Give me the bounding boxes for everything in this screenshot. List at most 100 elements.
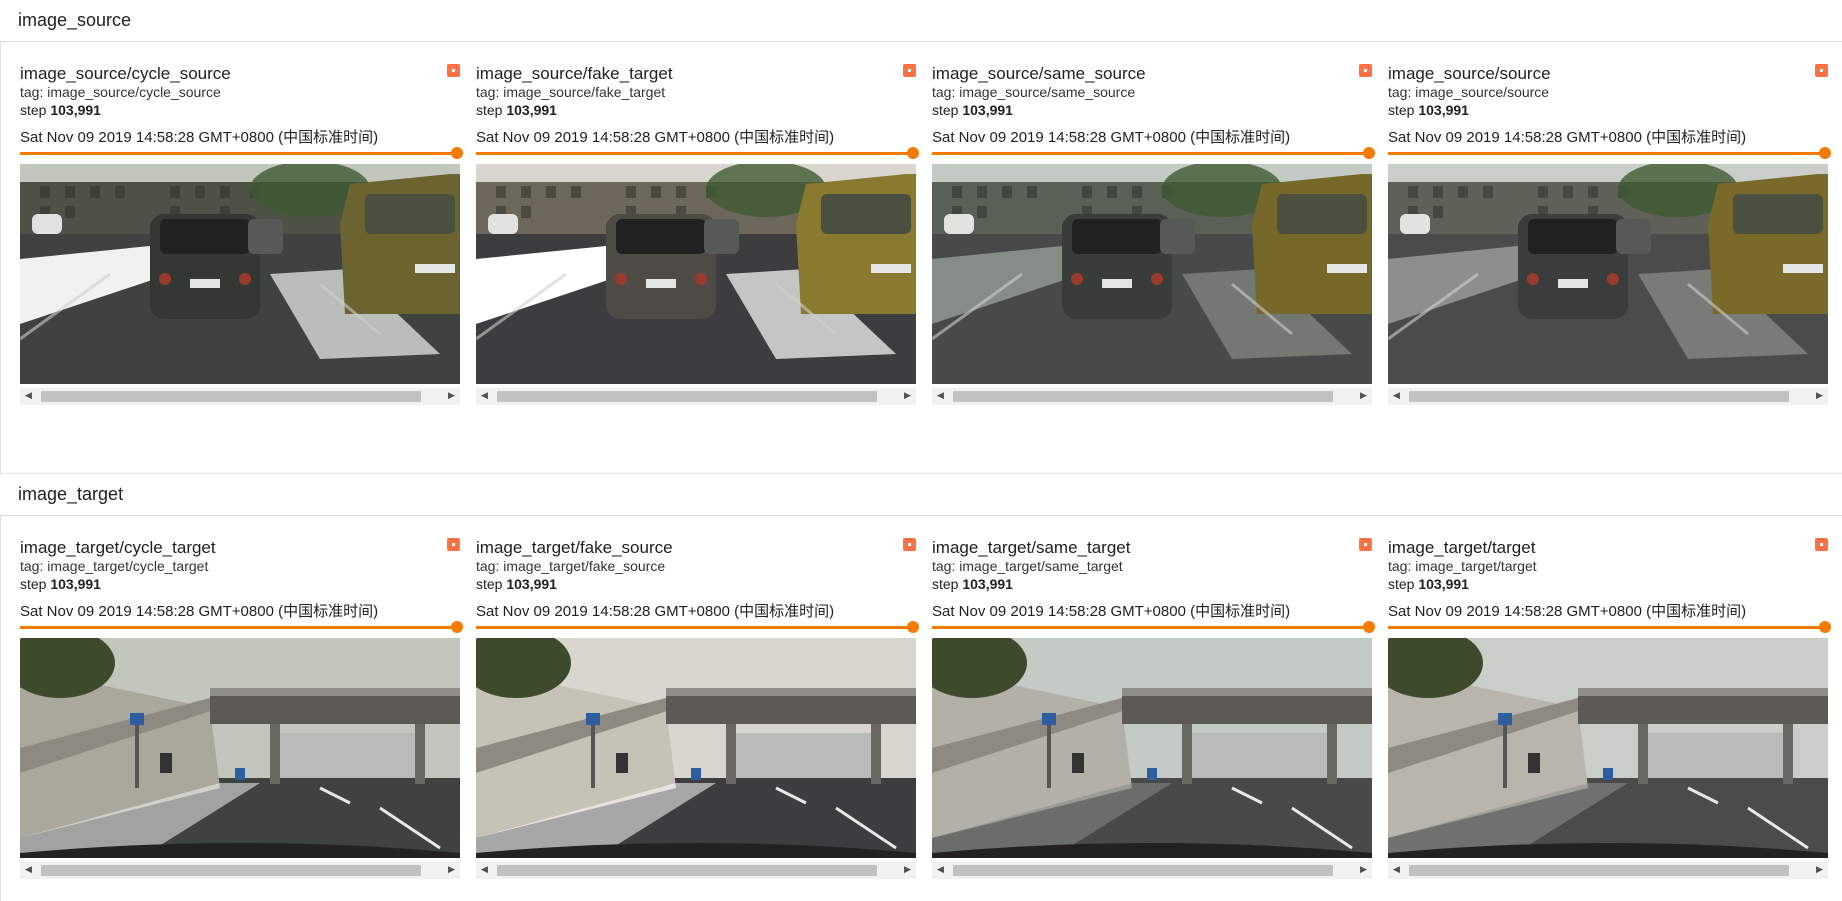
image-card: image_source/fake_target tag: image_sour… [476,64,919,409]
scroll-left-arrow-icon[interactable]: ◀ [1388,388,1405,405]
slider-track [476,626,916,629]
scroll-right-arrow-icon[interactable]: ▶ [443,388,460,405]
slider-knob[interactable] [907,621,919,633]
pin-icon[interactable] [903,538,916,551]
pin-icon[interactable] [903,64,916,77]
horizontal-scrollbar[interactable]: ◀ ▶ [932,862,1372,879]
scroll-right-arrow-icon[interactable]: ▶ [1811,862,1828,879]
image-card: image_source/source tag: image_source/so… [1388,64,1831,409]
scroll-left-arrow-icon[interactable]: ◀ [476,388,493,405]
card-tag: tag: image_target/same_target [932,558,1123,574]
scrollbar-thumb[interactable] [1409,391,1789,402]
card-step: step 103,991 [932,576,1013,592]
card-title: image_source/fake_target [476,64,673,83]
card-title: image_source/same_source [932,64,1146,83]
image-card: image_source/cycle_source tag: image_sou… [20,64,463,409]
step-slider[interactable] [1388,147,1831,161]
image-thumbnail [20,638,460,858]
horizontal-scrollbar[interactable]: ◀ ▶ [1388,388,1828,405]
horizontal-scrollbar[interactable]: ◀ ▶ [20,862,460,879]
card-tag: tag: image_source/fake_target [476,84,666,100]
scroll-left-arrow-icon[interactable]: ◀ [1388,862,1405,879]
image-card: image_source/same_source tag: image_sour… [932,64,1375,409]
section-header-image-target[interactable]: image_target [0,474,1842,516]
scroll-right-arrow-icon[interactable]: ▶ [443,862,460,879]
step-value: 103,991 [1418,576,1469,592]
scroll-left-arrow-icon[interactable]: ◀ [20,862,37,879]
slider-knob[interactable] [451,147,463,159]
horizontal-scrollbar[interactable]: ◀ ▶ [476,388,916,405]
scroll-left-arrow-icon[interactable]: ◀ [20,388,37,405]
card-title: image_target/cycle_target [20,538,216,557]
slider-track [20,626,460,629]
step-slider[interactable] [932,147,1375,161]
slider-knob[interactable] [907,147,919,159]
horizontal-scrollbar[interactable]: ◀ ▶ [1388,862,1828,879]
scroll-right-arrow-icon[interactable]: ▶ [899,388,916,405]
step-slider[interactable] [1388,621,1831,635]
scroll-left-arrow-icon[interactable]: ◀ [932,388,949,405]
pin-icon[interactable] [1359,538,1372,551]
slider-knob[interactable] [1363,621,1375,633]
pin-icon[interactable] [447,538,460,551]
step-value: 103,991 [50,576,101,592]
step-slider[interactable] [476,147,919,161]
section-body-image-target: image_target/cycle_target tag: image_tar… [0,516,1842,901]
pin-icon[interactable] [447,64,460,77]
scrollbar-thumb[interactable] [953,865,1333,876]
section-title: image_target [18,484,124,504]
slider-track [932,626,1372,629]
step-value: 103,991 [962,102,1013,118]
pin-icon[interactable] [1815,538,1828,551]
section-header-image-source[interactable]: image_source [0,0,1842,42]
card-tag: tag: image_source/cycle_source [20,84,221,100]
slider-track [1388,152,1828,155]
scroll-left-arrow-icon[interactable]: ◀ [476,862,493,879]
section-body-image-source: image_source/cycle_source tag: image_sou… [0,42,1842,474]
scroll-right-arrow-icon[interactable]: ▶ [1355,862,1372,879]
scrollbar-thumb[interactable] [497,865,877,876]
scrollbar-thumb[interactable] [953,391,1333,402]
image-thumbnail [932,638,1372,858]
image-thumbnail [932,164,1372,384]
step-value: 103,991 [506,576,557,592]
step-slider[interactable] [20,621,463,635]
scroll-right-arrow-icon[interactable]: ▶ [1355,388,1372,405]
card-step: step 103,991 [20,576,101,592]
pin-icon[interactable] [1359,64,1372,77]
pin-icon[interactable] [1815,64,1828,77]
step-slider[interactable] [932,621,1375,635]
section-title: image_source [18,10,132,30]
card-title: image_source/cycle_source [20,64,231,83]
step-slider[interactable] [20,147,463,161]
step-value: 103,991 [1418,102,1469,118]
scrollbar-thumb[interactable] [41,865,421,876]
image-thumbnail [476,638,916,858]
slider-knob[interactable] [451,621,463,633]
image-card: image_target/target tag: image_target/ta… [1388,538,1831,883]
scroll-right-arrow-icon[interactable]: ▶ [899,862,916,879]
step-value: 103,991 [506,102,557,118]
image-thumbnail [476,164,916,384]
card-step: step 103,991 [1388,102,1469,118]
horizontal-scrollbar[interactable]: ◀ ▶ [476,862,916,879]
slider-knob[interactable] [1819,621,1831,633]
card-timestamp: Sat Nov 09 2019 14:58:28 GMT+0800 (中国标准时… [932,129,1291,146]
horizontal-scrollbar[interactable]: ◀ ▶ [932,388,1372,405]
card-step: step 103,991 [20,102,101,118]
step-value: 103,991 [50,102,101,118]
card-tag: tag: image_target/cycle_target [20,558,209,574]
scroll-left-arrow-icon[interactable]: ◀ [932,862,949,879]
scrollbar-thumb[interactable] [1409,865,1789,876]
scrollbar-thumb[interactable] [41,391,421,402]
card-tag: tag: image_target/target [1388,558,1537,574]
scroll-right-arrow-icon[interactable]: ▶ [1811,388,1828,405]
card-tag: tag: image_source/source [1388,84,1550,100]
card-title: image_target/fake_source [476,538,673,557]
horizontal-scrollbar[interactable]: ◀ ▶ [20,388,460,405]
scrollbar-thumb[interactable] [497,391,877,402]
card-tag: tag: image_source/same_source [932,84,1136,100]
step-slider[interactable] [476,621,919,635]
slider-knob[interactable] [1363,147,1375,159]
slider-knob[interactable] [1819,147,1831,159]
